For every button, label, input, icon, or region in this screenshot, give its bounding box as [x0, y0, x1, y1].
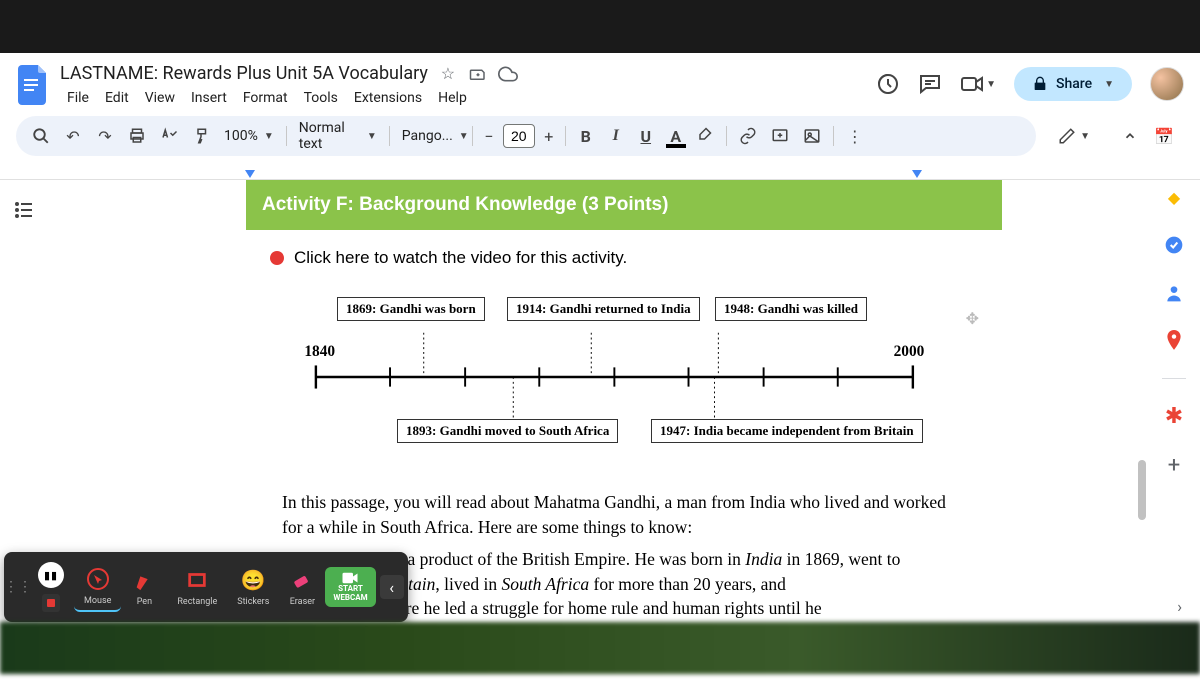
star-icon[interactable]: ☆ — [438, 64, 458, 84]
font-size-input[interactable] — [503, 124, 535, 148]
menubar: File Edit View Insert Format Tools Exten… — [60, 86, 868, 110]
event-1948: 1948: Gandhi was killed — [715, 297, 867, 321]
move-handle-icon[interactable]: ✥ — [966, 309, 979, 328]
undo-button[interactable]: ↶ — [58, 121, 88, 151]
spellcheck-button[interactable] — [154, 121, 184, 151]
chevron-down-icon: ▼ — [1104, 79, 1114, 90]
chevron-down-icon: ▼ — [986, 79, 996, 90]
ruler[interactable] — [0, 162, 1200, 180]
right-indent-marker[interactable] — [912, 170, 922, 178]
document-header: LASTNAME: Rewards Plus Unit 5A Vocabular… — [0, 53, 1200, 110]
menu-help[interactable]: Help — [431, 86, 474, 110]
start-webcam-button[interactable]: STARTWEBCAM — [325, 567, 375, 607]
cloud-saved-icon[interactable] — [498, 64, 518, 84]
styles-dropdown[interactable]: Normal text▼ — [293, 120, 383, 152]
docs-logo-icon[interactable] — [16, 61, 52, 109]
video-icon — [960, 72, 984, 96]
print-button[interactable] — [122, 121, 152, 151]
side-panel: ◆ ✱ + — [1148, 172, 1200, 478]
comments-icon[interactable] — [918, 72, 942, 96]
move-icon[interactable] — [468, 64, 488, 84]
pause-record-control[interactable]: ▮▮ — [28, 558, 74, 616]
italic-button[interactable]: I — [602, 122, 630, 150]
keep-icon[interactable]: ◆ — [1163, 186, 1185, 208]
history-icon[interactable] — [876, 72, 900, 96]
eraser-tool[interactable]: Eraser — [279, 563, 325, 611]
drag-handle-icon[interactable]: ⋮⋮ — [8, 579, 28, 595]
vertical-scrollbar[interactable] — [1136, 180, 1146, 600]
mouse-tool[interactable]: Mouse — [74, 562, 121, 612]
meet-button[interactable]: ▼ — [960, 72, 996, 96]
font-dropdown[interactable]: Pango...▼ — [396, 128, 466, 144]
increase-font-button[interactable]: + — [539, 126, 559, 146]
scrollbar-thumb[interactable] — [1138, 460, 1146, 520]
tasks-icon[interactable] — [1163, 234, 1185, 256]
header-right: ▼ Share ▼ — [876, 61, 1184, 101]
font-size-control: − + — [479, 124, 559, 148]
calendar-sidebar-icon[interactable]: 📅 — [1154, 127, 1174, 146]
stickers-tool[interactable]: 😄 Stickers — [227, 563, 279, 611]
activity-header: Activity F: Background Knowledge (3 Poin… — [246, 180, 1002, 230]
menu-tools[interactable]: Tools — [297, 86, 345, 110]
document-title[interactable]: LASTNAME: Rewards Plus Unit 5A Vocabular… — [60, 63, 428, 84]
event-1947: 1947: India became independent from Brit… — [651, 419, 923, 443]
title-area: LASTNAME: Rewards Plus Unit 5A Vocabular… — [60, 61, 868, 110]
menu-file[interactable]: File — [60, 86, 96, 110]
annotation-toolbar: ⋮⋮ ▮▮ Mouse Pen Rectangle 😄 Stickers Era… — [4, 552, 408, 622]
chevron-down-icon: ▼ — [1080, 131, 1090, 142]
share-button[interactable]: Share ▼ — [1014, 67, 1132, 101]
addon-icon[interactable]: ✱ — [1163, 405, 1185, 427]
menu-insert[interactable]: Insert — [184, 86, 234, 110]
event-1914: 1914: Gandhi returned to India — [507, 297, 700, 321]
hide-sidepanel-button[interactable]: › — [1177, 597, 1182, 616]
formatting-toolbar: ↶ ↷ 100%▼ Normal text▼ Pango...▼ − + B I… — [16, 116, 1036, 156]
pen-tool[interactable]: Pen — [121, 563, 167, 611]
menu-extensions[interactable]: Extensions — [347, 86, 429, 110]
outline-icon — [12, 198, 36, 222]
share-label: Share — [1056, 76, 1092, 92]
highlight-button[interactable] — [692, 122, 720, 150]
event-1893: 1893: Gandhi moved to South Africa — [397, 419, 618, 443]
bottom-background-strip — [0, 622, 1200, 674]
maps-icon[interactable] — [1163, 330, 1185, 352]
user-avatar[interactable] — [1150, 67, 1184, 101]
toolbar-row: ↶ ↷ 100%▼ Normal text▼ Pango...▼ − + B I… — [0, 110, 1200, 162]
insert-image-button[interactable] — [797, 121, 827, 151]
browser-top-bar — [0, 0, 1200, 53]
text-color-button[interactable]: A — [662, 122, 690, 150]
add-addon-button[interactable]: + — [1168, 453, 1180, 478]
stop-icon — [42, 594, 60, 612]
editing-mode-button[interactable]: ▼ — [1048, 121, 1100, 151]
more-options-button[interactable]: ⋮ — [840, 121, 870, 151]
menu-edit[interactable]: Edit — [98, 86, 136, 110]
event-1869: 1869: Gandhi was born — [337, 297, 485, 321]
rectangle-tool[interactable]: Rectangle — [167, 563, 227, 611]
lock-icon — [1032, 76, 1048, 92]
zoom-dropdown[interactable]: 100%▼ — [218, 128, 280, 144]
add-comment-button[interactable] — [765, 121, 795, 151]
collapse-annotation-button[interactable]: ‹ — [380, 575, 404, 599]
left-indent-marker[interactable] — [245, 170, 255, 178]
timeline-end: 2000 — [894, 343, 925, 360]
contacts-icon[interactable] — [1163, 282, 1185, 304]
video-link-row: Click here to watch the video for this a… — [246, 230, 1002, 280]
menu-view[interactable]: View — [138, 86, 182, 110]
insert-link-button[interactable] — [733, 121, 763, 151]
collapse-toolbar-button[interactable] — [1116, 122, 1144, 150]
search-icon[interactable] — [26, 121, 56, 151]
pencil-icon — [1058, 127, 1076, 145]
paint-format-button[interactable] — [186, 121, 216, 151]
video-link-text[interactable]: Click here to watch the video for this a… — [294, 248, 627, 268]
redo-button[interactable]: ↷ — [90, 121, 120, 151]
passage-intro: In this passage, you will read about Mah… — [282, 490, 966, 539]
timeline-start: 1840 — [304, 343, 335, 360]
underline-button[interactable]: U — [632, 122, 660, 150]
record-dot-icon — [270, 251, 284, 265]
decrease-font-button[interactable]: − — [479, 126, 499, 146]
menu-format[interactable]: Format — [236, 86, 295, 110]
timeline-image[interactable]: ✥ — [274, 284, 974, 474]
bold-button[interactable]: B — [572, 122, 600, 150]
webcam-icon — [341, 571, 359, 585]
pause-icon: ▮▮ — [38, 562, 64, 588]
